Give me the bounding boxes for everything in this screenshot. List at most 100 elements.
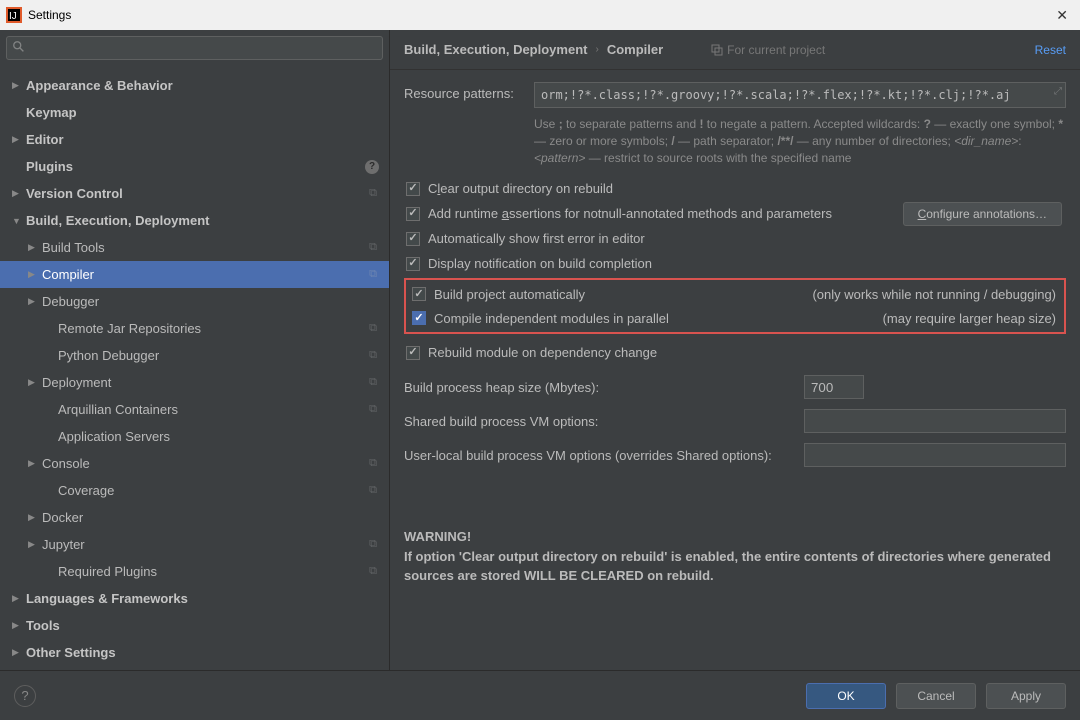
content-panel: Build, Execution, Deployment › Compiler … [390, 30, 1080, 670]
configure-annotations-button[interactable]: Configure annotations… [903, 202, 1062, 226]
highlighted-options: Build project automatically (only works … [404, 278, 1066, 334]
tree-item-label: Version Control [26, 186, 123, 201]
copy-icon: ⧉ [369, 457, 377, 470]
chevron-right-icon[interactable] [12, 80, 22, 91]
rebuild-dependency-checkbox[interactable] [406, 346, 420, 360]
copy-icon: ⧉ [369, 349, 377, 362]
chevron-right-icon[interactable] [28, 242, 38, 253]
tree-item-label: Appearance & Behavior [26, 78, 173, 93]
apply-button[interactable]: Apply [986, 683, 1066, 709]
cancel-button[interactable]: Cancel [896, 683, 976, 709]
tree-item-console[interactable]: Console ⧉ [0, 450, 389, 477]
tree-item-plugins[interactable]: Plugins? [0, 153, 389, 180]
copy-icon: ⧉ [369, 538, 377, 551]
search-input[interactable] [6, 36, 383, 60]
chevron-right-icon[interactable] [28, 539, 38, 550]
tree-item-appearance-behavior[interactable]: Appearance & Behavior [0, 72, 389, 99]
tree-item-docker[interactable]: Docker [0, 504, 389, 531]
copy-icon [711, 44, 723, 56]
tree-item-label: Remote Jar Repositories [58, 321, 201, 336]
help-icon[interactable]: ? [14, 685, 36, 707]
copy-icon: ⧉ [369, 376, 377, 389]
sidebar: Appearance & Behavior Keymap Editor Plugins… [0, 30, 390, 670]
tree-item-arquillian-containers[interactable]: Arquillian Containers⧉ [0, 396, 389, 423]
display-notification-label: Display notification on build completion [428, 256, 652, 271]
userlocal-vm-input[interactable] [804, 443, 1066, 467]
tree-item-other-settings[interactable]: Other Settings [0, 639, 389, 666]
compile-parallel-hint: (may require larger heap size) [883, 311, 1060, 326]
ok-button[interactable]: OK [806, 683, 886, 709]
show-first-error-label: Automatically show first error in editor [428, 231, 645, 246]
warning-title: WARNING! [404, 527, 1066, 547]
compile-parallel-checkbox[interactable] [412, 311, 426, 325]
clear-output-checkbox[interactable] [406, 182, 420, 196]
tree-item-coverage[interactable]: Coverage⧉ [0, 477, 389, 504]
tree-item-label: Console [42, 456, 90, 471]
tree-item-languages-frameworks[interactable]: Languages & Frameworks [0, 585, 389, 612]
tree-item-compiler[interactable]: Compiler ⧉ [0, 261, 389, 288]
copy-icon: ⧉ [369, 268, 377, 281]
tree-item-label: Required Plugins [58, 564, 157, 579]
display-notification-checkbox[interactable] [406, 257, 420, 271]
tree-item-version-control[interactable]: Version Control ⧉ [0, 180, 389, 207]
expand-icon[interactable]: ⤢ [1054, 86, 1062, 97]
tree-item-remote-jar-repositories[interactable]: Remote Jar Repositories ⧉ [0, 315, 389, 342]
chevron-right-icon[interactable] [28, 377, 38, 388]
shared-vm-input[interactable] [804, 409, 1066, 433]
copy-icon: ⧉ [369, 241, 377, 254]
userlocal-vm-label: User-local build process VM options (ove… [404, 448, 804, 463]
tree-item-editor[interactable]: Editor [0, 126, 389, 153]
content-header: Build, Execution, Deployment › Compiler … [390, 30, 1080, 70]
badge: ? [365, 160, 379, 174]
chevron-right-icon[interactable] [12, 134, 22, 145]
heap-size-input[interactable] [804, 375, 864, 399]
chevron-right-icon[interactable] [12, 620, 22, 631]
breadcrumb-item: Compiler [607, 42, 663, 57]
breadcrumb-item: Build, Execution, Deployment [404, 42, 587, 57]
show-first-error-checkbox[interactable] [406, 232, 420, 246]
search-icon [12, 40, 26, 54]
tree-item-label: Languages & Frameworks [26, 591, 188, 606]
tree-item-build-execution-deployment[interactable]: Build, Execution, Deployment [0, 207, 389, 234]
tree-item-label: Compiler [42, 267, 94, 282]
chevron-right-icon[interactable] [12, 647, 22, 658]
shared-vm-label: Shared build process VM options: [404, 414, 804, 429]
build-auto-checkbox[interactable] [412, 287, 426, 301]
chevron-right-icon[interactable] [28, 458, 38, 469]
copy-icon: ⧉ [369, 403, 377, 416]
chevron-right-icon: › [595, 44, 598, 55]
compile-parallel-label: Compile independent modules in parallel [434, 311, 669, 326]
resource-patterns-input[interactable] [534, 82, 1066, 108]
settings-tree: Appearance & Behavior Keymap Editor Plugins… [0, 66, 389, 670]
titlebar: IJ Settings ✕ [0, 0, 1080, 30]
reset-link[interactable]: Reset [1035, 43, 1066, 57]
tree-item-application-servers[interactable]: Application Servers [0, 423, 389, 450]
tree-item-deployment[interactable]: Deployment⧉ [0, 369, 389, 396]
for-project-hint: For current project [711, 43, 825, 57]
copy-icon: ⧉ [369, 484, 377, 497]
tree-item-tools[interactable]: Tools [0, 612, 389, 639]
tree-item-python-debugger[interactable]: Python Debugger ⧉ [0, 342, 389, 369]
rebuild-dependency-label: Rebuild module on dependency change [428, 345, 657, 360]
chevron-down-icon[interactable] [12, 216, 22, 226]
close-icon[interactable]: ✕ [1050, 7, 1074, 24]
tree-item-jupyter[interactable]: Jupyter⧉ [0, 531, 389, 558]
tree-item-label: Docker [42, 510, 83, 525]
chevron-right-icon[interactable] [12, 593, 22, 604]
warning-text: If option 'Clear output directory on reb… [404, 547, 1066, 586]
chevron-right-icon[interactable] [28, 269, 38, 280]
chevron-right-icon[interactable] [28, 296, 38, 307]
copy-icon: ⧉ [369, 322, 377, 335]
tree-item-debugger[interactable]: Debugger [0, 288, 389, 315]
tree-item-label: Editor [26, 132, 64, 147]
heap-size-label: Build process heap size (Mbytes): [404, 380, 804, 395]
tree-item-label: Python Debugger [58, 348, 159, 363]
app-icon: IJ [6, 7, 22, 23]
copy-icon: ⧉ [369, 187, 377, 200]
tree-item-keymap[interactable]: Keymap [0, 99, 389, 126]
runtime-assertions-checkbox[interactable] [406, 207, 420, 221]
chevron-right-icon[interactable] [12, 188, 22, 199]
tree-item-build-tools[interactable]: Build Tools⧉ [0, 234, 389, 261]
tree-item-required-plugins[interactable]: Required Plugins⧉ [0, 558, 389, 585]
chevron-right-icon[interactable] [28, 512, 38, 523]
